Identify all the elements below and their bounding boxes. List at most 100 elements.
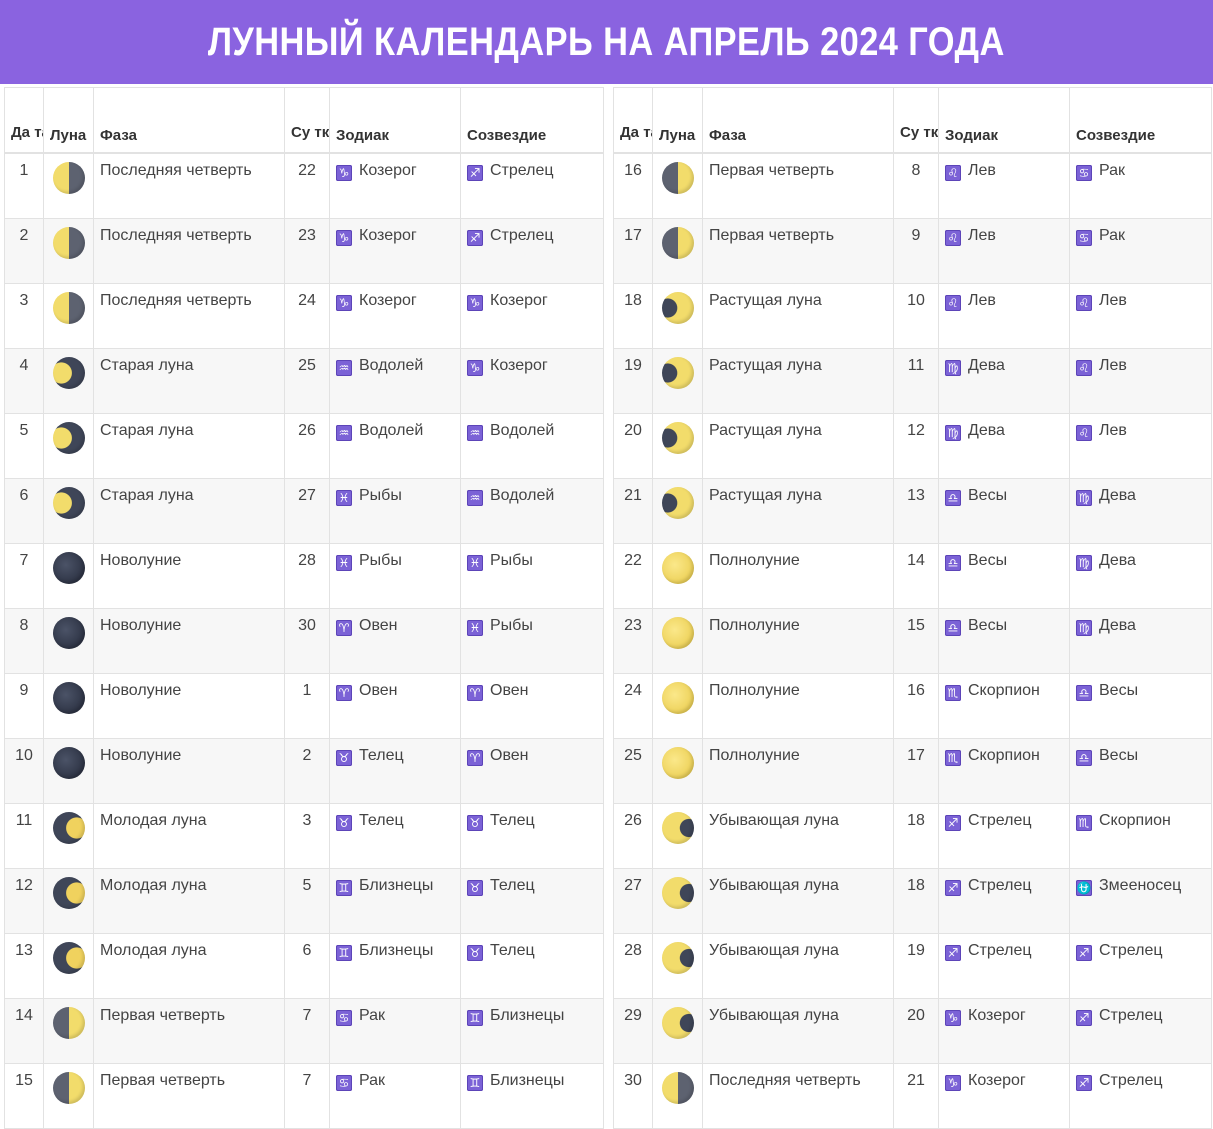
phase-cell: Последняя четверть xyxy=(93,218,285,284)
date-cell: 8 xyxy=(4,608,44,674)
constellation-cell: ♑ Козерог xyxy=(460,283,604,349)
zodiac-cell: ♐ Стрелец xyxy=(938,868,1070,934)
zodiac-cell: ♎ Весы xyxy=(938,478,1070,544)
date-cell: 2 xyxy=(4,218,44,284)
zodiac-cell: ♋ Рак xyxy=(329,1063,461,1129)
table-row: 6 Старая луна 27 ♓ Рыбы ♒ Водолей xyxy=(4,478,604,544)
header-zodiac: Зодиак xyxy=(329,87,461,154)
lunar-day-cell: 5 xyxy=(284,868,330,934)
moon-cell xyxy=(652,608,703,674)
new-moon-icon xyxy=(52,617,85,649)
zodiac-sign-icon: ♌ xyxy=(1076,295,1092,311)
constellation-label: Близнецы xyxy=(490,1007,565,1024)
zodiac-label: Лев xyxy=(968,292,996,309)
constellation-cell: ♑ Козерог xyxy=(460,348,604,414)
zodiac-label: Козерог xyxy=(359,162,417,179)
waxing-crescent-moon-icon xyxy=(52,942,85,974)
waning-crescent-moon-icon xyxy=(52,357,85,389)
table-row: 18 Растущая луна 10 ♌ Лев ♌ Лев xyxy=(613,283,1212,349)
table-row: 30 Последняя четверть 21 ♑ Козерог ♐ Стрелец xyxy=(613,1063,1212,1129)
zodiac-label: Телец xyxy=(359,812,404,829)
header-row: Да та Луна Фаза Су тки Зодиак Созвездие xyxy=(4,87,604,154)
moon-cell xyxy=(652,152,703,219)
phase-cell: Новолуние xyxy=(93,608,285,674)
full-moon-icon xyxy=(661,552,694,584)
moon-cell xyxy=(652,673,703,739)
lunar-day-cell: 14 xyxy=(893,543,939,609)
constellation-label: Змееносец xyxy=(1099,877,1182,894)
date-cell: 17 xyxy=(613,218,653,284)
zodiac-label: Козерог xyxy=(968,1072,1026,1089)
constellation-label: Стрелец xyxy=(1099,942,1163,959)
lunar-day-cell: 11 xyxy=(893,348,939,414)
constellation-label: Дева xyxy=(1099,552,1136,569)
constellation-cell: ♐ Стрелец xyxy=(460,218,604,284)
header-moon: Луна xyxy=(43,87,94,154)
header-constellation: Созвездие xyxy=(1069,87,1212,154)
constellation-cell: ♓ Рыбы xyxy=(460,608,604,674)
waxing-gibbous-moon-icon xyxy=(661,292,694,324)
zodiac-sign-icon: ♉ xyxy=(336,750,352,766)
table-row: 4 Старая луна 25 ♒ Водолей ♑ Козерог xyxy=(4,348,604,414)
constellation-cell: ♊ Близнецы xyxy=(460,998,604,1064)
header-row: Да та Луна Фаза Су тки Зодиак Созвездие xyxy=(613,87,1212,154)
lunar-day-cell: 20 xyxy=(893,998,939,1064)
zodiac-label: Овен xyxy=(359,617,398,634)
last-quarter-moon-icon xyxy=(661,1072,694,1104)
page-title: ЛУННЫЙ КАЛЕНДАРЬ НА АПРЕЛЬ 2024 ГОДА xyxy=(208,19,1005,64)
constellation-cell: ♐ Стрелец xyxy=(460,152,604,219)
constellation-cell: ♉ Телец xyxy=(460,933,604,999)
zodiac-sign-icon: ♌ xyxy=(945,295,961,311)
moon-cell xyxy=(43,673,94,739)
full-moon-icon xyxy=(661,682,694,714)
phase-cell: Растущая луна xyxy=(702,413,894,479)
constellation-cell: ⛎ Змееносец xyxy=(1069,868,1212,934)
date-cell: 26 xyxy=(613,803,653,869)
zodiac-label: Дева xyxy=(968,357,1005,374)
constellation-cell: ♒ Водолей xyxy=(460,478,604,544)
zodiac-cell: ♒ Водолей xyxy=(329,413,461,479)
zodiac-cell: ♑ Козерог xyxy=(329,152,461,219)
zodiac-label: Стрелец xyxy=(968,877,1032,894)
constellation-cell: ♈ Овен xyxy=(460,673,604,739)
new-moon-icon xyxy=(52,552,85,584)
moon-cell xyxy=(43,543,94,609)
zodiac-sign-icon: ♒ xyxy=(467,490,483,506)
zodiac-cell: ♓ Рыбы xyxy=(329,543,461,609)
zodiac-sign-icon: ♐ xyxy=(945,945,961,961)
zodiac-label: Весы xyxy=(968,552,1008,569)
table-row: 23 Полнолуние 15 ♎ Весы ♍ Дева xyxy=(613,608,1212,674)
constellation-label: Лев xyxy=(1099,422,1127,439)
date-cell: 15 xyxy=(4,1063,44,1129)
lunar-day-cell: 22 xyxy=(284,152,330,219)
full-moon-icon xyxy=(661,747,694,779)
zodiac-sign-icon: ♋ xyxy=(1076,165,1092,181)
constellation-label: Телец xyxy=(490,942,535,959)
table-row: 28 Убывающая луна 19 ♐ Стрелец ♐ Стрелец xyxy=(613,933,1212,999)
moon-cell xyxy=(652,738,703,804)
zodiac-label: Козерог xyxy=(968,1007,1026,1024)
constellation-label: Козерог xyxy=(490,357,548,374)
zodiac-cell: ♉ Телец xyxy=(329,738,461,804)
constellation-label: Лев xyxy=(1099,292,1127,309)
lunar-day-cell: 10 xyxy=(893,283,939,349)
lunar-day-cell: 2 xyxy=(284,738,330,804)
waning-gibbous-moon-icon xyxy=(661,877,694,909)
lunar-day-cell: 1 xyxy=(284,673,330,739)
date-cell: 14 xyxy=(4,998,44,1064)
header-day: Су тки xyxy=(284,87,330,154)
zodiac-sign-icon: ♊ xyxy=(336,880,352,896)
lunar-day-cell: 25 xyxy=(284,348,330,414)
constellation-label: Стрелец xyxy=(490,227,554,244)
zodiac-sign-icon: ♈ xyxy=(467,685,483,701)
constellation-cell: ♍ Дева xyxy=(1069,543,1212,609)
table-body: 16 Первая четверть 8 ♌ Лев ♋ Рак 17 Первая четве… xyxy=(613,152,1212,1129)
zodiac-sign-icon: ♐ xyxy=(1076,1075,1092,1091)
zodiac-sign-icon: ♌ xyxy=(945,230,961,246)
phase-cell: Растущая луна xyxy=(702,478,894,544)
zodiac-label: Рак xyxy=(359,1007,386,1024)
zodiac-cell: ♍ Дева xyxy=(938,348,1070,414)
header-phase: Фаза xyxy=(93,87,285,154)
phase-cell: Молодая луна xyxy=(93,933,285,999)
zodiac-sign-icon: ♓ xyxy=(336,490,352,506)
